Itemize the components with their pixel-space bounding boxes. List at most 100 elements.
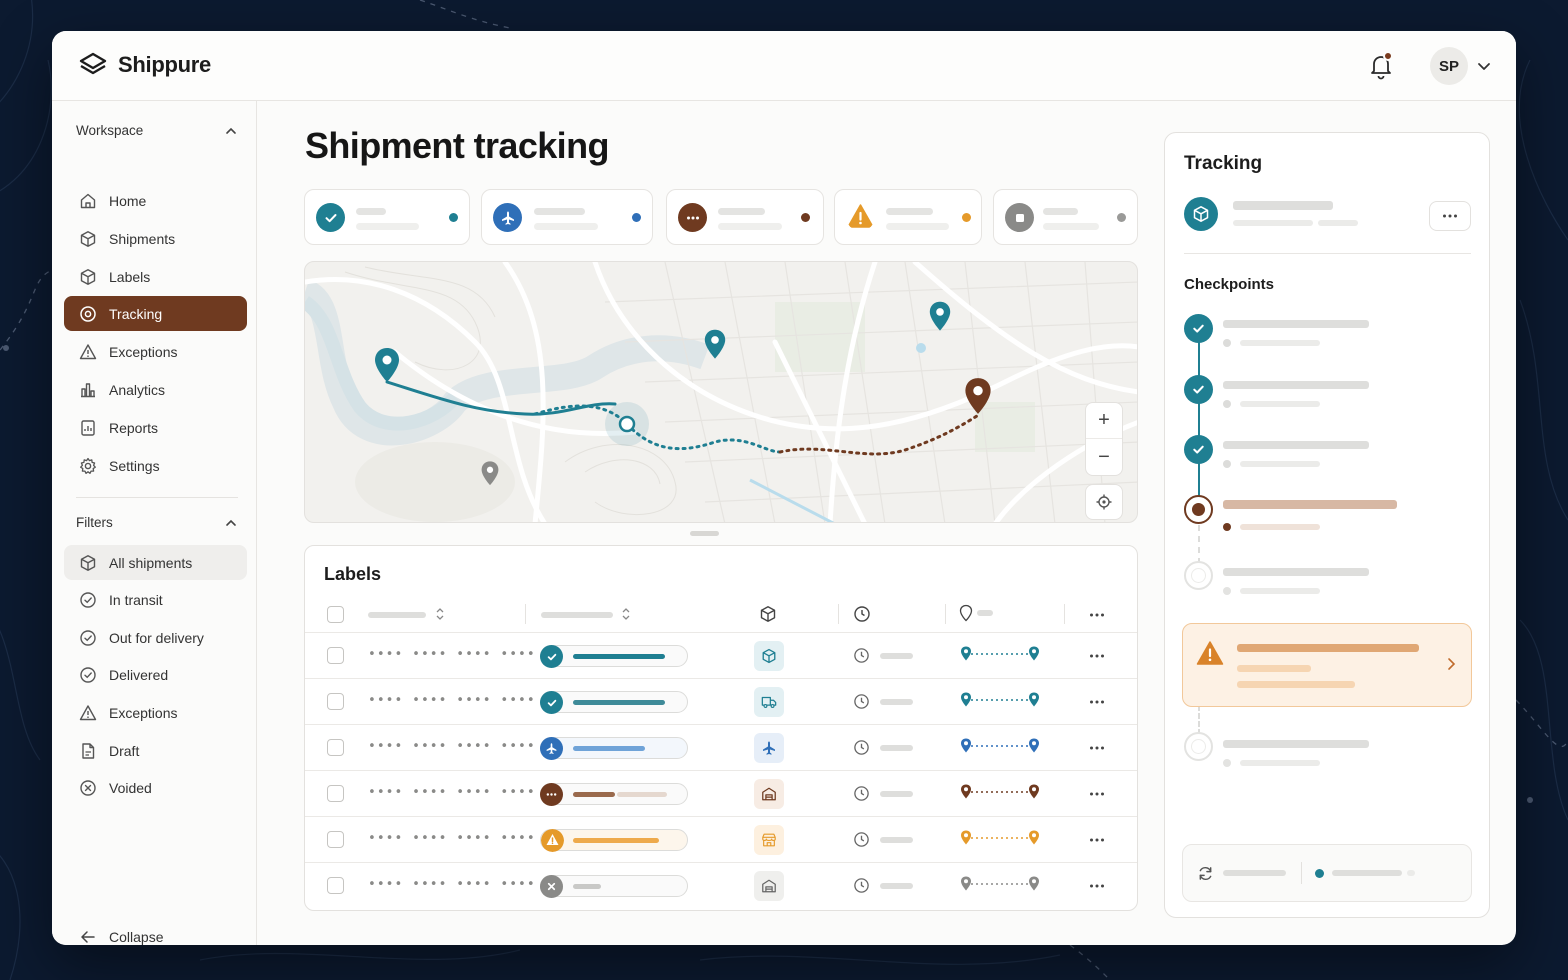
plane-icon xyxy=(754,733,784,763)
plane-icon xyxy=(540,737,563,760)
warning-icon xyxy=(541,829,564,852)
alert-text-placeholder xyxy=(1237,681,1355,688)
row-checkbox[interactable] xyxy=(327,877,344,894)
avatar[interactable]: SP xyxy=(1430,47,1468,85)
stop-icon xyxy=(1005,203,1034,232)
zoom-controls: + − xyxy=(1085,402,1123,476)
locate-button[interactable] xyxy=(1085,484,1123,520)
location-pin-icon[interactable] xyxy=(928,300,952,334)
checkpoints-title: Checkpoints xyxy=(1184,276,1275,293)
clock-icon xyxy=(854,832,869,847)
row-checkbox[interactable] xyxy=(327,831,344,848)
chevron-down-icon[interactable] xyxy=(1476,58,1492,74)
refresh-icon[interactable] xyxy=(1197,865,1214,882)
table-row[interactable]: •••• •••• •••• •••• xyxy=(305,678,1137,724)
checkpoint-title-placeholder xyxy=(1223,740,1369,748)
brand-name: Shippure xyxy=(118,52,211,77)
filter-voided[interactable]: Voided xyxy=(64,770,247,805)
table-row[interactable]: •••• •••• •••• •••• xyxy=(305,862,1137,908)
filter-label: Voided xyxy=(109,779,152,796)
sidebar-item-shipments[interactable]: Shipments xyxy=(64,221,247,256)
progress-fill xyxy=(573,700,665,705)
column-header-placeholder[interactable] xyxy=(541,612,613,618)
status-card-exception[interactable] xyxy=(834,189,982,245)
checkpoint-title-placeholder xyxy=(1223,381,1369,389)
filter-all-shipments[interactable]: All shipments xyxy=(64,545,247,580)
collapse-button[interactable]: Collapse xyxy=(64,919,247,945)
status-card-in-transit[interactable] xyxy=(481,189,653,245)
table-row[interactable]: •••• •••• •••• •••• xyxy=(305,632,1137,678)
more-icon[interactable] xyxy=(1088,606,1106,624)
table-row[interactable]: •••• •••• •••• •••• xyxy=(305,770,1137,816)
resize-handle[interactable] xyxy=(690,531,719,536)
destination-pin-icon[interactable] xyxy=(963,376,993,418)
warehouse-icon xyxy=(754,779,784,809)
filter-out-for-delivery[interactable]: Out for delivery xyxy=(64,620,247,655)
column-header-placeholder[interactable] xyxy=(368,612,426,618)
filter-in-transit[interactable]: In transit xyxy=(64,582,247,617)
sidebar-item-labels[interactable]: Labels xyxy=(64,259,247,294)
location-pin-icon[interactable] xyxy=(703,328,727,362)
more-icon[interactable] xyxy=(1088,647,1106,665)
sidebar-item-home[interactable]: Home xyxy=(64,183,247,218)
more-icon[interactable] xyxy=(1088,785,1106,803)
column-divider xyxy=(1064,604,1065,624)
sort-icon[interactable] xyxy=(435,607,445,621)
status-dot xyxy=(632,213,641,222)
brand[interactable]: Shippure xyxy=(78,51,211,79)
alert-text-placeholder xyxy=(1237,665,1311,672)
more-icon[interactable] xyxy=(1088,831,1106,849)
route-mini-icon xyxy=(961,784,1039,799)
sidebar-item-reports[interactable]: Reports xyxy=(64,410,247,445)
checkpoint-meta-placeholder xyxy=(1240,588,1320,594)
more-icon[interactable] xyxy=(1088,877,1106,895)
more-icon xyxy=(678,203,707,232)
panel-more-button[interactable] xyxy=(1429,201,1471,231)
placeholder-line xyxy=(886,223,949,230)
location-pin-icon[interactable] xyxy=(480,460,500,488)
time-placeholder xyxy=(880,745,913,751)
more-icon[interactable] xyxy=(1088,739,1106,757)
store-icon xyxy=(754,825,784,855)
row-checkbox[interactable] xyxy=(327,785,344,802)
origin-pin-icon[interactable] xyxy=(373,346,401,386)
row-checkbox[interactable] xyxy=(327,739,344,756)
filter-draft[interactable]: Draft xyxy=(64,733,247,768)
status-card-pending[interactable] xyxy=(666,189,824,245)
placeholder-line xyxy=(356,223,419,230)
sidebar-item-analytics[interactable]: Analytics xyxy=(64,372,247,407)
clock-icon xyxy=(854,648,869,663)
plane-icon xyxy=(493,203,522,232)
sidebar-item-tracking[interactable]: Tracking xyxy=(64,296,247,331)
status-progress xyxy=(540,875,688,898)
table-row[interactable]: •••• •••• •••• •••• xyxy=(305,816,1137,862)
row-checkbox[interactable] xyxy=(327,647,344,664)
exception-alert[interactable] xyxy=(1182,623,1472,707)
crosshair-icon xyxy=(1096,494,1112,510)
filters-section-header[interactable]: Filters xyxy=(76,515,238,530)
status-card-voided[interactable] xyxy=(993,189,1138,245)
checkpoint-meta-placeholder xyxy=(1240,461,1320,467)
sidebar-item-settings[interactable]: Settings xyxy=(64,448,247,483)
sidebar-item-exceptions[interactable]: Exceptions xyxy=(64,334,247,369)
progress-fill xyxy=(573,654,665,659)
warehouse-icon xyxy=(754,871,784,901)
zoom-in-button[interactable]: + xyxy=(1086,403,1122,439)
status-card-delivered[interactable] xyxy=(304,189,470,245)
workspace-section-header[interactable]: Workspace xyxy=(76,123,238,138)
sort-icon[interactable] xyxy=(621,607,631,621)
route-map[interactable]: + − xyxy=(304,261,1138,523)
filter-label: Out for delivery xyxy=(109,629,204,646)
workspace-title: Workspace xyxy=(76,123,144,138)
row-checkbox[interactable] xyxy=(327,693,344,710)
shipment-meta-placeholder xyxy=(1318,220,1358,226)
check-circle-icon xyxy=(80,591,96,608)
select-all-checkbox[interactable] xyxy=(327,606,344,623)
zoom-out-button[interactable]: − xyxy=(1086,439,1122,475)
more-icon[interactable] xyxy=(1088,693,1106,711)
table-row[interactable]: •••• •••• •••• •••• xyxy=(305,724,1137,770)
filter-delivered[interactable]: Delivered xyxy=(64,657,247,692)
checkpoint-meta-placeholder xyxy=(1240,340,1320,346)
filter-exceptions[interactable]: Exceptions xyxy=(64,695,247,730)
checkpoint-bullet xyxy=(1223,460,1231,468)
